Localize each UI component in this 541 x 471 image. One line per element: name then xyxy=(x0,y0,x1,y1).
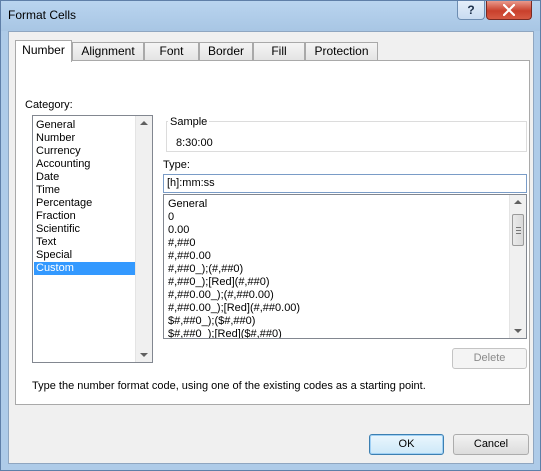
format-item[interactable]: #,##0_);(#,##0) xyxy=(168,263,243,276)
scroll-down-arrow-icon[interactable] xyxy=(140,353,148,357)
format-item[interactable]: #,##0.00_);[Red](#,##0.00) xyxy=(168,302,300,315)
close-icon xyxy=(503,4,515,16)
window-title: Format Cells xyxy=(8,8,77,22)
delete-button[interactable]: Delete xyxy=(452,348,527,369)
tab-fill[interactable]: Fill xyxy=(253,42,305,61)
scroll-down-arrow-icon[interactable] xyxy=(514,329,522,333)
category-scrollbar[interactable] xyxy=(135,116,152,362)
format-item[interactable]: 0 xyxy=(168,211,174,224)
close-button[interactable] xyxy=(486,1,532,20)
category-label: Category: xyxy=(25,99,73,111)
format-cells-dialog: Format Cells ? Number Alignment Font Bor… xyxy=(0,0,541,471)
number-tab-panel: Category: General Number Currency Accoun… xyxy=(15,60,530,405)
sample-group xyxy=(166,121,527,152)
category-item-special[interactable]: Special xyxy=(34,249,135,262)
scroll-up-arrow-icon[interactable] xyxy=(514,200,522,204)
sample-value: 8:30:00 xyxy=(176,137,213,149)
format-item[interactable]: #,##0 xyxy=(168,237,196,250)
scroll-up-arrow-icon[interactable] xyxy=(140,121,148,125)
title-bar[interactable]: Format Cells ? xyxy=(1,1,540,31)
dialog-body: Number Alignment Font Border Fill Protec… xyxy=(8,31,534,464)
hint-text: Type the number format code, using one o… xyxy=(32,380,426,392)
format-item[interactable]: $#,##0_);[Red]($#,##0) xyxy=(168,328,282,338)
type-label: Type: xyxy=(163,159,190,171)
sample-label: Sample xyxy=(168,116,210,128)
category-item-fraction[interactable]: Fraction xyxy=(34,210,135,223)
category-item-number[interactable]: Number xyxy=(34,132,135,145)
category-item-time[interactable]: Time xyxy=(34,184,135,197)
category-list[interactable]: General Number Currency Accounting Date … xyxy=(32,115,153,363)
format-item[interactable]: 0.00 xyxy=(168,224,189,237)
tab-protection[interactable]: Protection xyxy=(305,42,378,61)
format-code-list[interactable]: General 0 0.00 #,##0 #,##0.00 #,##0_);(#… xyxy=(163,194,527,339)
category-item-date[interactable]: Date xyxy=(34,171,135,184)
format-item[interactable]: #,##0.00 xyxy=(168,250,211,263)
category-item-text[interactable]: Text xyxy=(34,236,135,249)
format-item[interactable]: #,##0_);[Red](#,##0) xyxy=(168,276,270,289)
tab-alignment[interactable]: Alignment xyxy=(72,42,144,61)
scroll-thumb[interactable] xyxy=(512,214,524,246)
format-list-scrollbar[interactable] xyxy=(509,195,526,338)
help-button[interactable]: ? xyxy=(457,1,485,20)
category-item-accounting[interactable]: Accounting xyxy=(34,158,135,171)
cancel-button[interactable]: Cancel xyxy=(453,434,529,455)
tab-number[interactable]: Number xyxy=(15,40,72,62)
format-item[interactable]: #,##0.00_);(#,##0.00) xyxy=(168,289,274,302)
format-item[interactable]: $#,##0_);($#,##0) xyxy=(168,315,255,328)
tab-border[interactable]: Border xyxy=(199,42,253,61)
category-item-currency[interactable]: Currency xyxy=(34,145,135,158)
category-item-custom[interactable]: Custom xyxy=(34,262,135,275)
category-item-general[interactable]: General xyxy=(34,119,135,132)
category-item-scientific[interactable]: Scientific xyxy=(34,223,135,236)
category-item-percentage[interactable]: Percentage xyxy=(34,197,135,210)
tab-font[interactable]: Font xyxy=(144,42,199,61)
format-item[interactable]: General xyxy=(168,198,207,211)
ok-button[interactable]: OK xyxy=(369,434,444,455)
type-input[interactable]: [h]:mm:ss xyxy=(163,174,527,193)
